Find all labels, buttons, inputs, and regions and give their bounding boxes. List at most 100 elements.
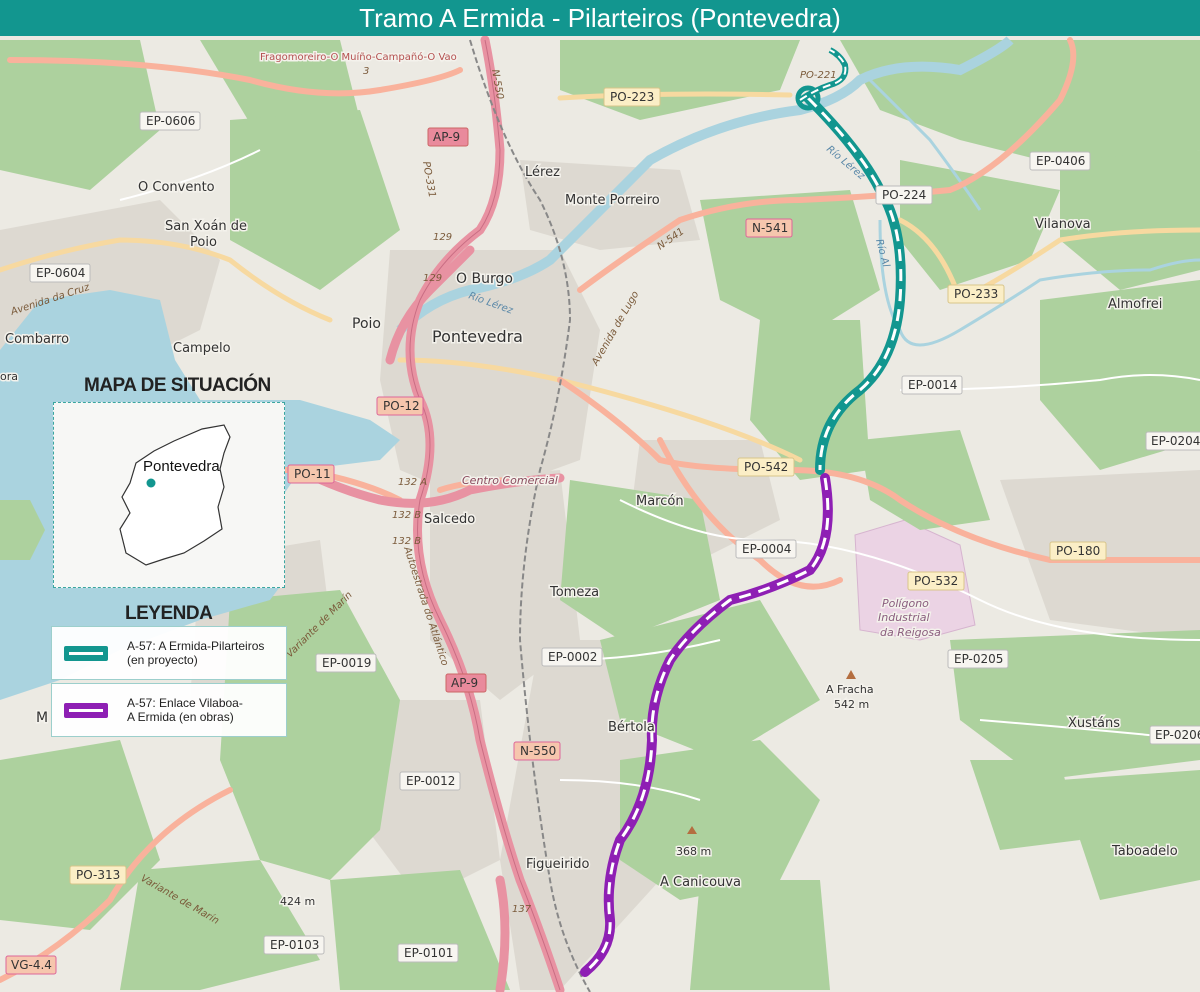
- province-shape: [119, 424, 231, 566]
- place-san-xoan: San Xoán de: [165, 219, 247, 234]
- svg-text:EP-0101: EP-0101: [404, 946, 453, 960]
- shield-ap9-bottom: AP-9: [445, 673, 487, 693]
- place-fragomoreiro: Fragomoreiro-O Muíño-Campañó-O Vao: [260, 51, 457, 63]
- place-vilanova: Vilanova: [1035, 217, 1091, 232]
- map-title: Tramo A Ermida - Pilarteiros (Pontevedra…: [0, 0, 1200, 36]
- place-lerez: Lérez: [525, 165, 560, 180]
- situation-map-heading: MAPA DE SITUACIÓN: [84, 375, 271, 396]
- shield-n550: N-550: [513, 741, 561, 761]
- place-bertola: Bértola: [608, 720, 655, 735]
- svg-text:EP-0103: EP-0103: [270, 938, 319, 952]
- label-po221: PO-221: [800, 70, 837, 81]
- altitude-424: 424 m: [280, 895, 315, 908]
- place-poio: Poio: [352, 316, 381, 332]
- label-exit-132a: 132 A: [398, 477, 427, 488]
- shield-po313: PO-313: [69, 865, 127, 885]
- place-almofrei: Almofrei: [1108, 297, 1162, 312]
- shield-ep0205: EP-0205: [947, 649, 1009, 669]
- place-salcedo: Salcedo: [424, 512, 475, 527]
- shield-ep0019: EP-0019: [315, 653, 377, 673]
- label-exit-132b2: 132 B: [392, 536, 421, 547]
- svg-text:AP-9: AP-9: [451, 676, 478, 690]
- svg-text:EP-0002: EP-0002: [548, 650, 597, 664]
- svg-text:EP-0019: EP-0019: [322, 656, 371, 670]
- svg-text:PO-313: PO-313: [76, 868, 120, 882]
- svg-text:N-541: N-541: [752, 221, 788, 235]
- svg-text:PO-542: PO-542: [744, 460, 788, 474]
- shield-ep0004: EP-0004: [735, 539, 797, 559]
- shield-po532: PO-532: [907, 571, 965, 591]
- legend-item-project: A-57: A Ermida-Pilarteiros (en proyecto): [51, 626, 287, 680]
- galicia-outline: [119, 424, 231, 566]
- svg-text:EP-0205: EP-0205: [954, 652, 1003, 666]
- altitude-368: 368 m: [676, 845, 711, 858]
- svg-text:EP-0406: EP-0406: [1036, 154, 1085, 168]
- svg-text:PO-12: PO-12: [383, 399, 420, 413]
- label-exit-132b1: 132 B: [392, 510, 421, 521]
- place-taboadelo: Taboadelo: [1111, 844, 1178, 859]
- shield-ep0206: EP-0206: [1149, 725, 1200, 745]
- svg-text:VG-4.4: VG-4.4: [11, 958, 52, 972]
- svg-text:EP-0204: EP-0204: [1151, 434, 1200, 448]
- place-poligono-2: Industrial: [878, 611, 930, 624]
- place-marcon: Marcón: [636, 494, 684, 509]
- shield-ep0012: EP-0012: [399, 771, 461, 791]
- svg-text:PO-532: PO-532: [914, 574, 958, 588]
- svg-text:EP-0004: EP-0004: [742, 542, 791, 556]
- shield-vg44: VG-4.4: [5, 955, 57, 975]
- place-campelo: Campelo: [173, 341, 231, 356]
- legend-item-works: A-57: Enlace Vilaboa- A Ermida (en obras): [51, 683, 287, 737]
- shield-ep0606: EP-0606: [139, 111, 201, 131]
- shield-po542: PO-542: [737, 457, 795, 477]
- place-monte-porreiro: Monte Porreiro: [565, 193, 660, 208]
- shield-ep0406: EP-0406: [1029, 151, 1091, 171]
- situation-map-panel: Pontevedra: [53, 402, 285, 588]
- shield-po12: PO-12: [376, 396, 424, 416]
- shield-ep0014: EP-0014: [901, 375, 963, 395]
- place-poligono-3: da Reigosa: [880, 626, 941, 639]
- place-poligono-1: Polígono: [882, 597, 929, 610]
- shield-po11: PO-11: [287, 464, 335, 484]
- legend-label-project: A-57: A Ermida-Pilarteiros (en proyecto): [127, 639, 265, 667]
- legend-swatch-works: [64, 703, 108, 718]
- svg-text:EP-0012: EP-0012: [406, 774, 455, 788]
- legend-swatch-project: [64, 646, 108, 661]
- svg-text:PO-11: PO-11: [294, 467, 331, 481]
- shield-n541: N-541: [745, 218, 793, 238]
- place-a-fracha: A Fracha: [826, 683, 874, 696]
- shield-ep0002: EP-0002: [541, 647, 603, 667]
- svg-text:AP-9: AP-9: [433, 130, 460, 144]
- shield-po224: PO-224: [875, 185, 933, 205]
- place-m-letter: M: [36, 710, 48, 726]
- shield-po180: PO-180: [1049, 541, 1107, 561]
- svg-text:PO-233: PO-233: [954, 287, 998, 301]
- place-figueirido: Figueirido: [526, 857, 589, 872]
- place-o-burgo: O Burgo: [456, 271, 513, 287]
- svg-text:EP-0604: EP-0604: [36, 266, 85, 280]
- shield-ap9-top: AP-9: [427, 127, 469, 147]
- shield-po223: PO-223: [603, 87, 661, 107]
- place-xustans: Xustáns: [1068, 716, 1120, 731]
- place-o-convento: O Convento: [138, 180, 215, 195]
- pontevedra-marker: [146, 478, 156, 488]
- svg-text:PO-223: PO-223: [610, 90, 654, 104]
- svg-text:EP-0606: EP-0606: [146, 114, 195, 128]
- svg-text:EP-0014: EP-0014: [908, 378, 957, 392]
- place-a-fracha-alt: 542 m: [834, 698, 869, 711]
- place-a-canicouva: A Canicouva: [660, 875, 741, 890]
- place-tomeza: Tomeza: [549, 585, 599, 600]
- label-exit-129a: 129: [433, 232, 452, 243]
- svg-text:N-550: N-550: [520, 744, 556, 758]
- shield-ep0204: EP-0204: [1145, 431, 1200, 451]
- svg-text:EP-0206: EP-0206: [1155, 728, 1200, 742]
- shield-ep0604: EP-0604: [29, 263, 91, 283]
- legend-label-works: A-57: Enlace Vilaboa- A Ermida (en obras): [127, 696, 243, 724]
- svg-text:PO-180: PO-180: [1056, 544, 1100, 558]
- legend-heading: LEYENDA: [125, 603, 213, 624]
- place-pontevedra: Pontevedra: [432, 327, 523, 346]
- place-ora: ora: [0, 370, 18, 383]
- label-exit-129b: 129: [423, 273, 442, 284]
- label-exit-137: 137: [512, 904, 532, 915]
- label-km3: 3: [363, 66, 369, 77]
- shield-ep0101: EP-0101: [397, 943, 459, 963]
